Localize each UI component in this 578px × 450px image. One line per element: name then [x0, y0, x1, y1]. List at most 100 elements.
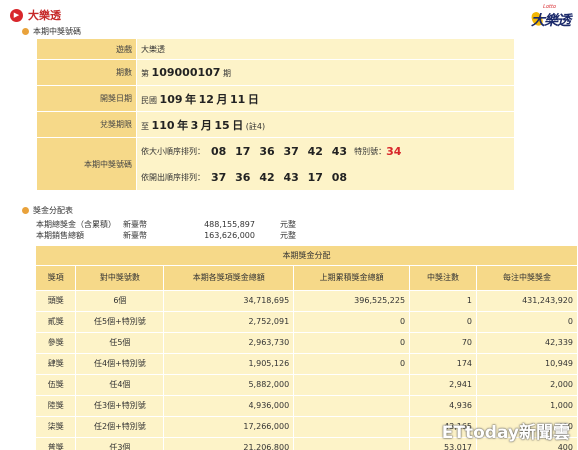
sorted-number: 43: [331, 144, 348, 158]
draw-number: 42: [259, 170, 275, 184]
bullet-icon: [22, 207, 29, 214]
period-number: 109000107: [151, 66, 221, 79]
table-cell: 普獎: [36, 437, 77, 450]
sorted-numbers: 08 17 36 37 42 43: [211, 145, 352, 158]
total-prize-label: 本期總獎金（含累積）: [36, 220, 116, 229]
table-cell: 17,266,000: [163, 416, 295, 438]
section-title-text: 獎金分配表: [33, 206, 73, 215]
table-cell: 396,525,225: [293, 290, 411, 312]
total-prize-currency: 新臺幣: [123, 220, 147, 229]
table-caption: 本期獎金分配: [36, 246, 578, 266]
table-row: 參獎 任5個 2,963,730 0 70 42,339: [36, 332, 578, 354]
draw-order-label: 依開出順序排列：: [141, 172, 205, 182]
table-cell: 貳獎: [36, 311, 77, 333]
table-cell: 頭獎: [36, 290, 77, 312]
section-title-text: 本期中獎號碼: [33, 27, 81, 36]
game-value: 大樂透: [136, 38, 515, 60]
table-cell: [293, 395, 411, 417]
special-number-label: 特別號：: [354, 146, 387, 156]
draw-date-value: 民國 109 年 12 月 11 日: [136, 85, 515, 112]
period-value: 第 109000107 期: [136, 59, 515, 86]
table-cell: 70: [409, 332, 478, 354]
total-prize-row: 本期總獎金（含累積） 新臺幣 488,155,897 元整: [36, 219, 330, 230]
deadline-year-unit: 年: [177, 118, 189, 132]
deadline-day-unit: 日: [232, 118, 244, 132]
table-cell: 21,206,800: [163, 437, 295, 450]
table-cell: 0: [476, 311, 578, 333]
table-cell: 0: [293, 353, 411, 375]
period-suffix: 期: [222, 69, 231, 78]
lotto-logo: Lotto 大樂透: [529, 4, 571, 29]
column-header: 獎項: [36, 265, 77, 291]
draw-number: 36: [235, 170, 251, 184]
sorted-number: 37: [283, 144, 299, 158]
table-cell: 柒獎: [36, 416, 77, 438]
date-day-unit: 日: [247, 92, 259, 106]
table-cell: 2,000: [476, 374, 578, 396]
table-cell: 任5個+特別號: [75, 311, 165, 333]
table-row: 伍獎 任4個 5,882,000 2,941 2,000: [36, 374, 578, 396]
table-row: 肆獎 任4個+特別號 1,905,126 0 174 10,949: [36, 353, 578, 375]
deadline-month-unit: 月: [200, 118, 212, 132]
total-prize-value: 488,155,897: [204, 220, 255, 229]
sorted-number: 42: [307, 144, 323, 158]
column-header: 每注中獎獎金: [476, 265, 578, 291]
table-cell: 肆獎: [36, 353, 77, 375]
table-cell: 10,949: [476, 353, 578, 375]
total-sales-label: 本期銷售總額: [36, 231, 84, 240]
period-label: 期數: [36, 59, 137, 86]
draw-date-label: 開獎日期: [36, 85, 137, 112]
total-sales-currency: 新臺幣: [123, 231, 147, 240]
game-label: 遊戲: [36, 38, 137, 60]
draw-number: 37: [211, 170, 227, 184]
table-cell: 34,718,695: [163, 290, 295, 312]
table-cell: 0: [409, 311, 478, 333]
winning-numbers-label: 本期中獎號碼: [36, 137, 137, 191]
sorted-number: 17: [235, 144, 251, 158]
date-month: 12: [198, 92, 214, 106]
table-cell: 任2個+特別號: [75, 416, 165, 438]
column-header: 本期各獎項獎金總額: [163, 265, 295, 291]
date-prefix: 民國: [141, 95, 157, 105]
total-sales-value: 163,626,000: [204, 231, 255, 240]
sorted-number: 08: [211, 144, 227, 158]
total-sales-unit: 元整: [280, 231, 296, 240]
table-cell: 陸獎: [36, 395, 77, 417]
table-cell: 2,752,091: [163, 311, 295, 333]
total-sales-row: 本期銷售總額 新臺幣 163,626,000 元整: [36, 230, 330, 241]
period-prefix: 第: [141, 69, 149, 78]
table-cell: 伍獎: [36, 374, 77, 396]
table-cell: 4,936,000: [163, 395, 295, 417]
table-cell: 42,339: [476, 332, 578, 354]
draw-numbers: 37 36 42 43 17 08: [211, 171, 352, 184]
section-prize-title: 獎金分配表: [22, 205, 73, 216]
table-cell: 6個: [75, 290, 165, 312]
play-icon: ▶: [10, 8, 23, 22]
deadline-day: 15: [214, 118, 230, 132]
page-header: ▶ 大樂透: [10, 6, 61, 24]
draw-number: 43: [283, 170, 299, 184]
watermark: ETtoday新聞雲: [441, 423, 570, 443]
column-header: 對中獎號數: [75, 265, 165, 291]
table-cell: 2,963,730: [163, 332, 295, 354]
deadline-prefix: 至: [141, 121, 149, 131]
table-cell: 1,905,126: [163, 353, 295, 375]
column-header: 中獎注數: [409, 265, 478, 291]
draw-number: 08: [331, 170, 348, 184]
sorted-number: 36: [259, 144, 275, 158]
logo-text: 大樂透: [531, 13, 571, 29]
deadline-label: 兌獎期限: [36, 111, 137, 138]
draw-number: 17: [307, 170, 323, 184]
table-row: 陸獎 任3個+特別號 4,936,000 4,936 1,000: [36, 395, 578, 417]
total-prize-unit: 元整: [280, 220, 296, 229]
table-cell: 0: [293, 311, 411, 333]
table-cell: 174: [409, 353, 478, 375]
deadline-year: 110: [151, 118, 175, 132]
deadline-value: 至 110 年 3 月 15 日 (註4): [136, 111, 515, 138]
bullet-icon: [22, 28, 29, 35]
table-cell: 4,936: [409, 395, 478, 417]
table-cell: 任5個: [75, 332, 165, 354]
column-header: 上期累積獎金總額: [293, 265, 411, 291]
winning-numbers-value: 依大小順序排列： 08 17 36 37 42 43 特別號： 34 依開出順序…: [136, 137, 515, 191]
special-number: 34: [386, 144, 402, 158]
